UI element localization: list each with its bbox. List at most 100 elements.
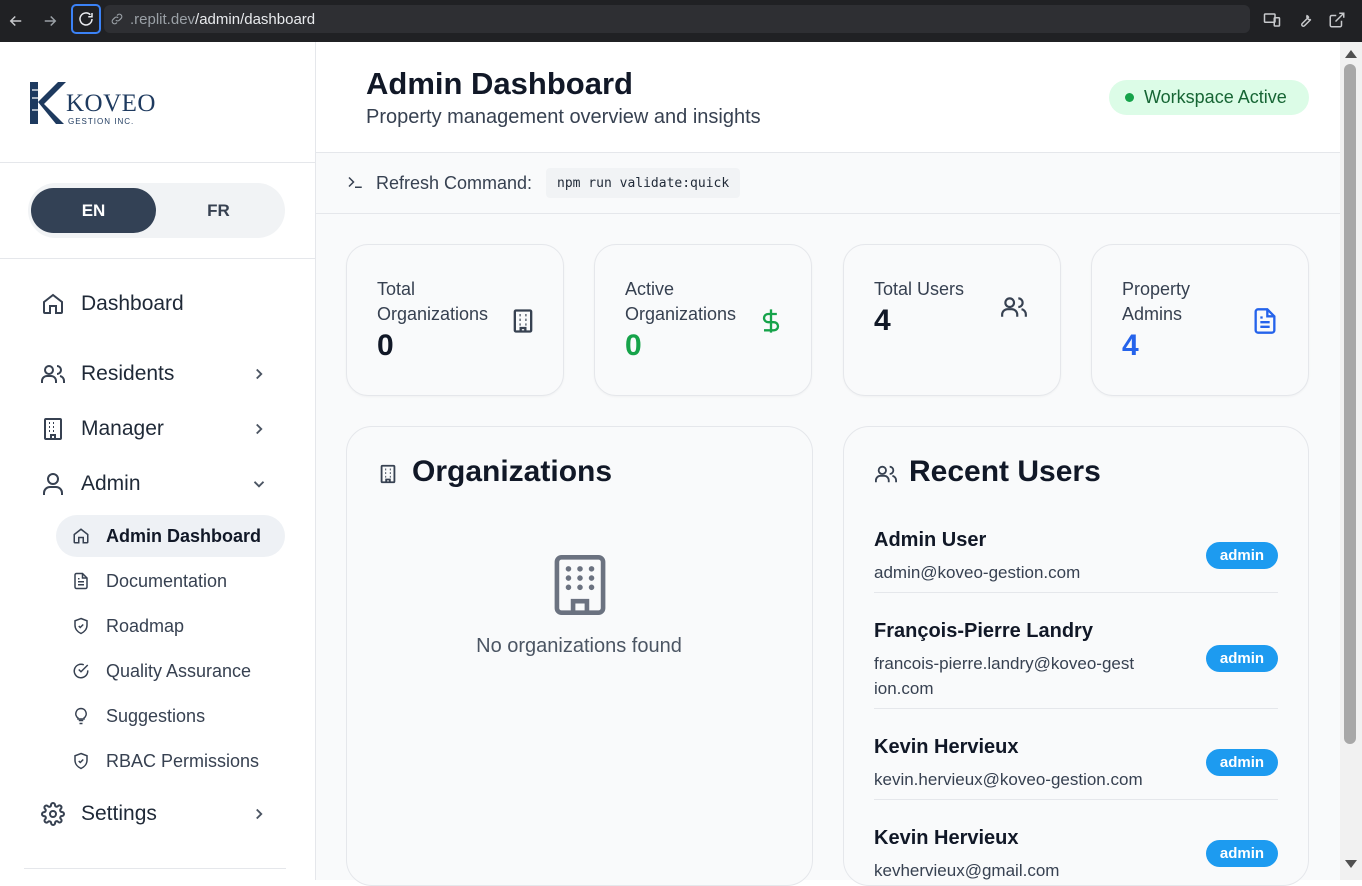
- chevron-right-icon: [256, 808, 263, 820]
- wrench-icon[interactable]: [1294, 9, 1316, 31]
- url-text: .replit.dev/admin/dashboard: [130, 11, 316, 28]
- sidebar-item-dashboard[interactable]: Dashboard: [40, 284, 280, 324]
- chevron-down-icon: [253, 481, 265, 488]
- stat-value: 4: [874, 304, 891, 337]
- lightbulb-icon: [75, 707, 87, 725]
- stat-card-total-users: Total Users 4: [843, 244, 1061, 396]
- scroll-down-arrow-icon[interactable]: [1345, 860, 1357, 868]
- scroll-thumb[interactable]: [1344, 64, 1356, 744]
- page-header: Admin Dashboard Property management over…: [316, 42, 1340, 153]
- external-link-icon[interactable]: [1326, 9, 1348, 31]
- sidebar-subitem-rbac-permissions[interactable]: RBAC Permissions: [56, 740, 285, 782]
- back-icon[interactable]: [4, 9, 28, 33]
- stat-card-property-admins: Property Admins 4: [1091, 244, 1309, 396]
- sidebar-item-label: Settings: [81, 802, 157, 825]
- building-icon: [40, 416, 66, 442]
- gear-icon: [40, 801, 66, 827]
- stat-card-active-organizations: Active Organizations 0: [594, 244, 812, 396]
- logo[interactable]: KOVEO GESTION INC.: [28, 80, 168, 130]
- user-email: francois-pierre.landry@koveo-gestion.com: [874, 654, 1135, 698]
- stat-label: Property Admins: [1122, 279, 1191, 324]
- user-email: kevhervieux@gmail.com: [874, 861, 1060, 880]
- user-row[interactable]: François-Pierre Landry francois-pierre.l…: [874, 620, 1278, 709]
- scroll-up-arrow-icon[interactable]: [1345, 50, 1357, 58]
- users-icon: [875, 465, 897, 483]
- browser-toolbar: .replit.dev/admin/dashboard: [0, 0, 1362, 42]
- page-subtitle: Property management overview and insight…: [366, 106, 761, 128]
- language-toggle: EN FR: [28, 183, 285, 238]
- devices-icon[interactable]: [1261, 9, 1283, 31]
- reload-icon[interactable]: [71, 4, 101, 34]
- stat-label: Active Organizations: [625, 279, 737, 324]
- divider: [24, 868, 286, 869]
- chevron-right-icon: [256, 368, 263, 380]
- sidebar-item-label: Admin: [81, 472, 141, 495]
- shield-check-icon: [74, 752, 88, 770]
- sidebar-subitem-label: Roadmap: [106, 615, 185, 636]
- lang-fr-button[interactable]: FR: [156, 188, 281, 233]
- main-content: Admin Dashboard Property management over…: [316, 42, 1340, 886]
- chevron-right-icon: [256, 423, 263, 435]
- document-icon: [74, 572, 88, 590]
- users-icon: [1001, 297, 1027, 317]
- sidebar-subitem-roadmap[interactable]: Roadmap: [56, 605, 285, 647]
- status-dot-icon: [1125, 93, 1134, 102]
- role-badge: admin: [1206, 749, 1278, 776]
- user-name: Admin User: [874, 529, 987, 551]
- stat-value: 0: [377, 329, 394, 362]
- sidebar-subitem-label: Documentation: [106, 570, 228, 591]
- sidebar-subitem-label: RBAC Permissions: [106, 750, 260, 771]
- users-icon: [40, 361, 66, 387]
- home-icon: [73, 528, 89, 544]
- user-icon: [40, 471, 66, 497]
- sidebar-subitem-label: Admin Dashboard: [106, 525, 262, 546]
- user-name: Kevin Hervieux: [874, 827, 1019, 849]
- empty-state-text: No organizations found: [476, 635, 682, 657]
- sidebar-item-label: Residents: [81, 362, 175, 385]
- logo-text: KOVEO: [66, 90, 156, 117]
- dollar-icon: [762, 309, 780, 333]
- user-row[interactable]: Kevin Hervieux kevhervieux@gmail.com adm…: [874, 827, 1278, 885]
- panel-title: Organizations: [412, 455, 613, 488]
- stat-label: Total Users: [874, 279, 965, 299]
- sidebar-subitem-admin-dashboard[interactable]: Admin Dashboard: [56, 515, 285, 557]
- terminal-icon: [348, 176, 362, 188]
- divider: [0, 258, 316, 259]
- sidebar-item-settings[interactable]: Settings: [40, 794, 280, 834]
- recent-users-panel: Recent Users Admin User admin@koveo-gest…: [843, 426, 1309, 886]
- sidebar-subitem-label: Quality Assurance: [106, 660, 252, 681]
- command-code[interactable]: npm run validate:quick: [546, 168, 741, 198]
- command-bar: Refresh Command: npm run validate:quick: [316, 153, 1340, 214]
- user-row[interactable]: Admin User admin@koveo-gestion.com admin: [874, 529, 1278, 593]
- building-icon: [513, 309, 533, 333]
- sidebar-subitem-documentation[interactable]: Documentation: [56, 560, 285, 602]
- sidebar-item-residents[interactable]: Residents: [40, 354, 280, 394]
- sidebar-item-admin[interactable]: Admin: [40, 464, 280, 504]
- lang-en-button[interactable]: EN: [31, 188, 156, 233]
- sidebar-subitem-label: Suggestions: [106, 705, 206, 726]
- logo-mark-icon: [30, 82, 66, 124]
- document-icon: [1254, 308, 1276, 334]
- building-icon: [380, 464, 396, 484]
- forward-icon[interactable]: [38, 9, 62, 33]
- status-badge: Workspace Active: [1109, 80, 1309, 115]
- link-icon: [110, 12, 124, 31]
- stat-value: 4: [1122, 329, 1139, 362]
- command-label: Refresh Command:: [376, 173, 533, 193]
- logo-subtext: GESTION INC.: [68, 117, 135, 126]
- user-email: admin@koveo-gestion.com: [874, 563, 1081, 582]
- role-badge: admin: [1206, 840, 1278, 867]
- sidebar-item-label: Dashboard: [81, 292, 184, 315]
- user-row[interactable]: Kevin Hervieux kevin.hervieux@koveo-gest…: [874, 736, 1278, 800]
- user-name: François-Pierre Landry: [874, 620, 1093, 642]
- role-badge: admin: [1206, 542, 1278, 569]
- page-title: Admin Dashboard: [366, 66, 633, 101]
- sidebar: KOVEO GESTION INC. EN FR Dashboard Resid…: [0, 42, 316, 880]
- sidebar-item-manager[interactable]: Manager: [40, 409, 280, 449]
- sidebar-subitem-quality-assurance[interactable]: Quality Assurance: [56, 650, 285, 692]
- sidebar-subitem-suggestions[interactable]: Suggestions: [56, 695, 285, 737]
- user-email: kevin.hervieux@koveo-gestion.com: [874, 770, 1143, 789]
- check-circle-icon: [73, 663, 89, 679]
- organizations-panel: Organizations No organizations found: [346, 426, 813, 886]
- scrollbar[interactable]: [1340, 42, 1362, 880]
